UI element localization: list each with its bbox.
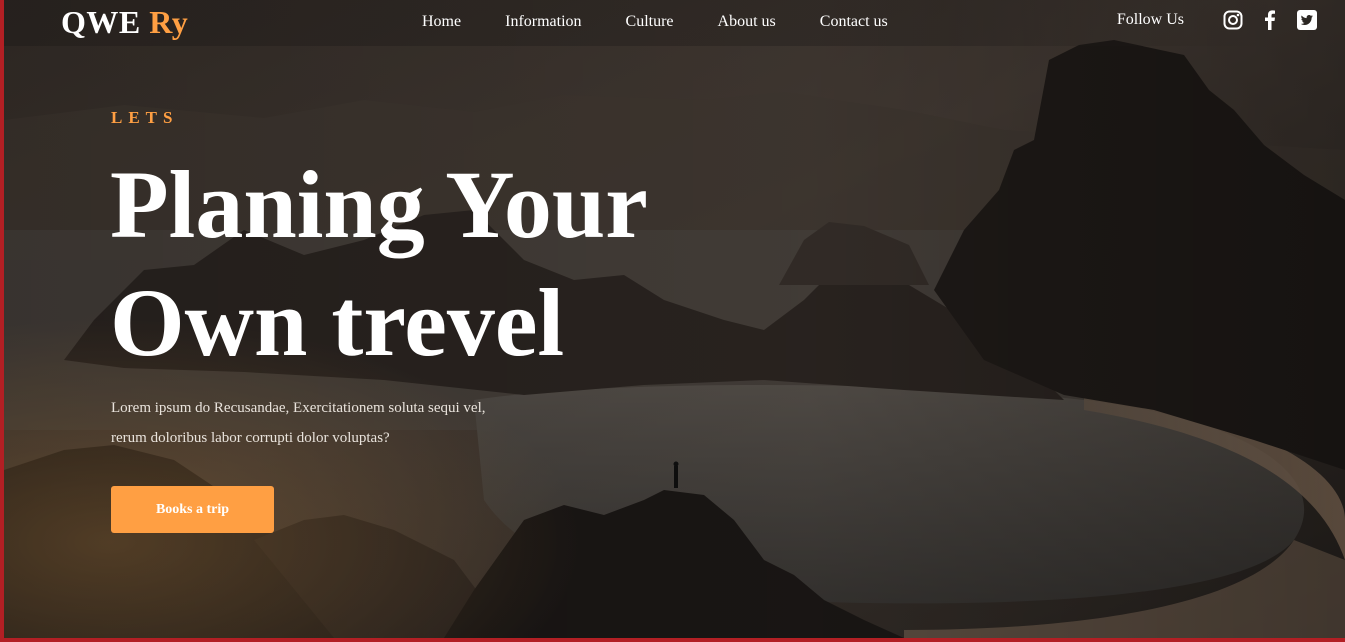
hero-description: Lorem ipsum do Recusandae, Exercitatione… <box>111 393 531 453</box>
nav-link-information[interactable]: Information <box>505 13 581 31</box>
hero-headline: Planing Your Own trevel <box>110 146 750 382</box>
main-menu: Home Information Culture About us Contac… <box>422 13 932 31</box>
hero-headline-line-1: Planing Your <box>110 151 648 258</box>
logo-accent-text: Ry <box>149 4 189 40</box>
page-frame: QWE Ry Home Information Culture About us… <box>0 0 1345 642</box>
hero-kicker: LETS <box>111 108 179 127</box>
site-logo[interactable]: QWE Ry <box>61 4 188 41</box>
top-navigation-bar: QWE Ry Home Information Culture About us… <box>4 0 1345 46</box>
nav-link-about-us[interactable]: About us <box>718 13 776 31</box>
logo-main-text: QWE <box>61 4 141 40</box>
twitter-icon[interactable] <box>1297 10 1317 30</box>
hero-headline-line-2: Own trevel <box>110 269 565 376</box>
nav-link-contact-us[interactable]: Contact us <box>820 13 888 31</box>
hero-description-line-1: Lorem ipsum do Recusandae, Exercitatione… <box>111 400 486 416</box>
nav-link-home[interactable]: Home <box>422 13 461 31</box>
social-links: Follow Us <box>1117 10 1317 30</box>
book-trip-button[interactable]: Books a trip <box>111 486 274 533</box>
follow-us-label: Follow Us <box>1116 11 1184 28</box>
facebook-icon[interactable] <box>1260 10 1280 30</box>
hero-description-line-2: rerum doloribus labor corrupti dolor vol… <box>111 430 390 446</box>
nav-link-culture[interactable]: Culture <box>626 13 674 31</box>
instagram-icon[interactable] <box>1223 10 1243 30</box>
